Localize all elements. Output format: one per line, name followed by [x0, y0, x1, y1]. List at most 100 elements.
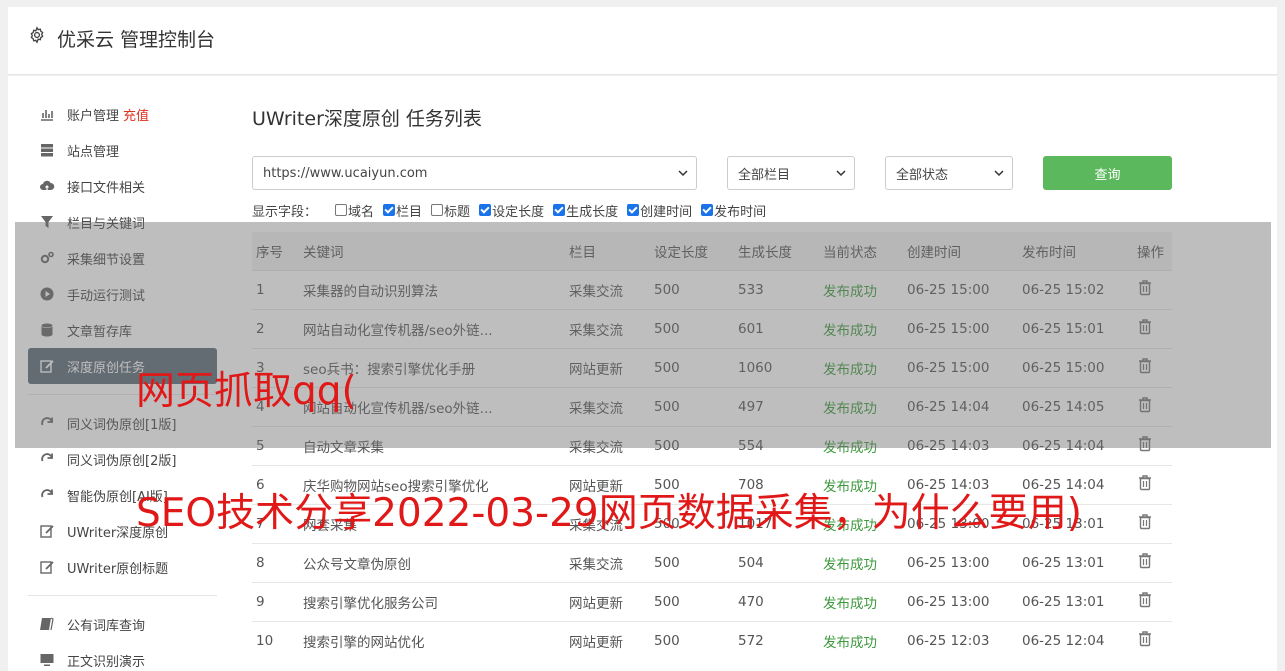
field-checkbox[interactable]: 域名 — [335, 201, 374, 220]
sidebar-item-label: 公有词库查询 — [67, 618, 146, 634]
field-checkbox[interactable]: 创建时间 — [627, 201, 692, 220]
field-checkbox-label: 创建时间 — [640, 204, 693, 220]
table-row: 8 公众号文章伪原创 采集交流 500 504 发布成功 06-25 13:00 06-25 … — [252, 542, 1172, 582]
recharge-link[interactable]: 充值 — [123, 105, 149, 124]
field-checkbox[interactable]: 生成长度 — [553, 201, 618, 220]
table-cell: 采集器的自动识别算法 — [299, 269, 565, 309]
content-panel: 账户管理 充值 站点管理 接口文件相关栏目与关键词 采集细节设置 手动运行测试 文章暂存库深… — [8, 76, 1277, 671]
sidebar-item[interactable]: 同义词伪原创[2版] — [28, 441, 217, 477]
table-row: 5 自动文章采集 采集交流 500 554 发布成功 06-25 14:03 06-25 14… — [252, 425, 1172, 465]
column-header: 关键词 — [299, 232, 565, 270]
table-cell: 06-25 14:05 — [1018, 386, 1133, 426]
table-cell: 500 — [650, 269, 734, 309]
table-cell-actions — [1133, 308, 1172, 348]
trash-icon[interactable] — [1137, 279, 1153, 296]
sidebar-item-label: 文章暂存库 — [67, 324, 133, 340]
trash-icon[interactable] — [1137, 318, 1153, 335]
table-cell: 708 — [734, 464, 819, 504]
sidebar-item[interactable]: 智能伪原创[AI版] — [28, 477, 217, 513]
sidebar-item[interactable]: 同义词伪原创[1版] — [28, 405, 217, 441]
sidebar-item-label: 手动运行测试 — [67, 288, 146, 304]
trash-icon[interactable] — [1137, 357, 1153, 374]
table-cell: 发布成功 — [819, 503, 903, 543]
checkbox-checked-icon — [553, 204, 566, 216]
sidebar-item[interactable]: 接口文件相关 — [28, 168, 217, 204]
column-select-value: 全部栏目 — [738, 167, 791, 183]
table-cell-actions — [1133, 503, 1172, 543]
field-checkbox[interactable]: 发布时间 — [701, 201, 766, 220]
field-checkbox[interactable]: 栏目 — [383, 201, 422, 220]
table-cell: 06-25 12:04 — [1018, 620, 1133, 660]
sidebar-item[interactable]: 采集细节设置 — [28, 240, 217, 276]
checkbox-checked-icon — [479, 204, 492, 216]
status-select[interactable]: 全部状态 — [885, 156, 1013, 190]
sidebar-item[interactable]: UWriter深度原创 — [28, 513, 217, 549]
sidebar-item-label: 正文识别演示 — [67, 654, 146, 670]
app-title: 优采云 管理控制台 — [57, 29, 216, 51]
field-checkbox-label: 栏目 — [396, 204, 423, 220]
table-cell: 06-25 15:00 — [903, 269, 1018, 309]
table-cell: 500 — [650, 347, 734, 387]
edit-icon — [38, 523, 55, 540]
table-cell: 采集交流 — [565, 503, 650, 543]
field-checkbox[interactable]: 标题 — [431, 201, 470, 220]
book-icon — [38, 616, 55, 633]
sidebar-item[interactable]: 正文识别演示 — [28, 642, 217, 671]
table-cell: 06-25 13:01 — [1018, 581, 1133, 621]
sidebar-item-label: 采集细节设置 — [67, 252, 146, 268]
table-row: 1 采集器的自动识别算法 采集交流 500 533 发布成功 06-25 15:00 06-2… — [252, 269, 1172, 309]
sidebar-item[interactable]: UWriter原创标题 — [28, 549, 217, 585]
trash-icon[interactable] — [1137, 591, 1153, 608]
sidebar-item-label: UWriter原创标题 — [67, 561, 169, 577]
table-cell: 572 — [734, 620, 819, 660]
table-cell: 06-25 15:00 — [903, 347, 1018, 387]
gears-icon — [38, 250, 55, 267]
field-checkbox[interactable]: 设定长度 — [479, 201, 544, 220]
sidebar-item[interactable]: 账户管理 充值 — [28, 96, 217, 132]
table-cell: seo兵书：搜索引擎优化手册 — [299, 347, 565, 387]
sidebar-item[interactable]: 公有词库查询 — [28, 606, 217, 642]
table-cell: 7 — [252, 503, 299, 543]
table-cell: 采集交流 — [565, 542, 650, 582]
table-cell: 网站自动化宣传机器/seo外链... — [299, 308, 565, 348]
table-cell: 1 — [252, 269, 299, 309]
checkbox-checked-icon — [383, 204, 396, 216]
table-row: 6 庆华购物网站seo搜索引擎优化 网站更新 500 708 发布成功 06-25 14:0… — [252, 464, 1172, 504]
table-cell-actions — [1133, 269, 1172, 309]
trash-icon[interactable] — [1137, 513, 1153, 530]
search-button[interactable]: 查询 — [1043, 156, 1172, 190]
sidebar-item[interactable]: 站点管理 — [28, 132, 217, 168]
database-icon — [38, 322, 55, 339]
sidebar-item-label: 栏目与关键词 — [67, 216, 146, 232]
refresh-icon — [38, 487, 55, 504]
table-row: 4 网站自动化宣传机器/seo外链... 采集交流 500 497 发布成功 06-25 1… — [252, 386, 1172, 426]
table-cell: 6 — [252, 464, 299, 504]
table-cell-actions — [1133, 347, 1172, 387]
table-cell: 发布成功 — [819, 386, 903, 426]
server-icon — [38, 142, 55, 159]
trash-icon[interactable] — [1137, 435, 1153, 452]
checkbox-checked-icon — [627, 204, 640, 216]
sidebar-item[interactable]: 文章暂存库 — [28, 312, 217, 348]
edit-icon — [38, 358, 55, 375]
table-cell-actions — [1133, 425, 1172, 465]
sidebar-item[interactable]: 手动运行测试 — [28, 276, 217, 312]
sidebar-item[interactable]: 栏目与关键词 — [28, 204, 217, 240]
cloud-upload-icon — [38, 178, 55, 195]
trash-icon[interactable] — [1137, 630, 1153, 647]
table-cell: 自动文章采集 — [299, 425, 565, 465]
table-cell: 网站更新 — [565, 347, 650, 387]
table-cell: 06-25 15:00 — [903, 308, 1018, 348]
table-cell: 采集交流 — [565, 308, 650, 348]
table-cell-actions — [1133, 620, 1172, 660]
trash-icon[interactable] — [1137, 474, 1153, 491]
table-cell: 网站更新 — [565, 581, 650, 621]
trash-icon[interactable] — [1137, 552, 1153, 569]
sidebar-divider — [28, 595, 217, 596]
column-select[interactable]: 全部栏目 — [727, 156, 855, 190]
site-select[interactable]: https://www.ucaiyun.com — [252, 156, 697, 190]
table-cell: 网站更新 — [565, 464, 650, 504]
column-header: 创建时间 — [903, 232, 1018, 270]
sidebar-item[interactable]: 深度原创任务 — [28, 348, 217, 384]
trash-icon[interactable] — [1137, 396, 1153, 413]
